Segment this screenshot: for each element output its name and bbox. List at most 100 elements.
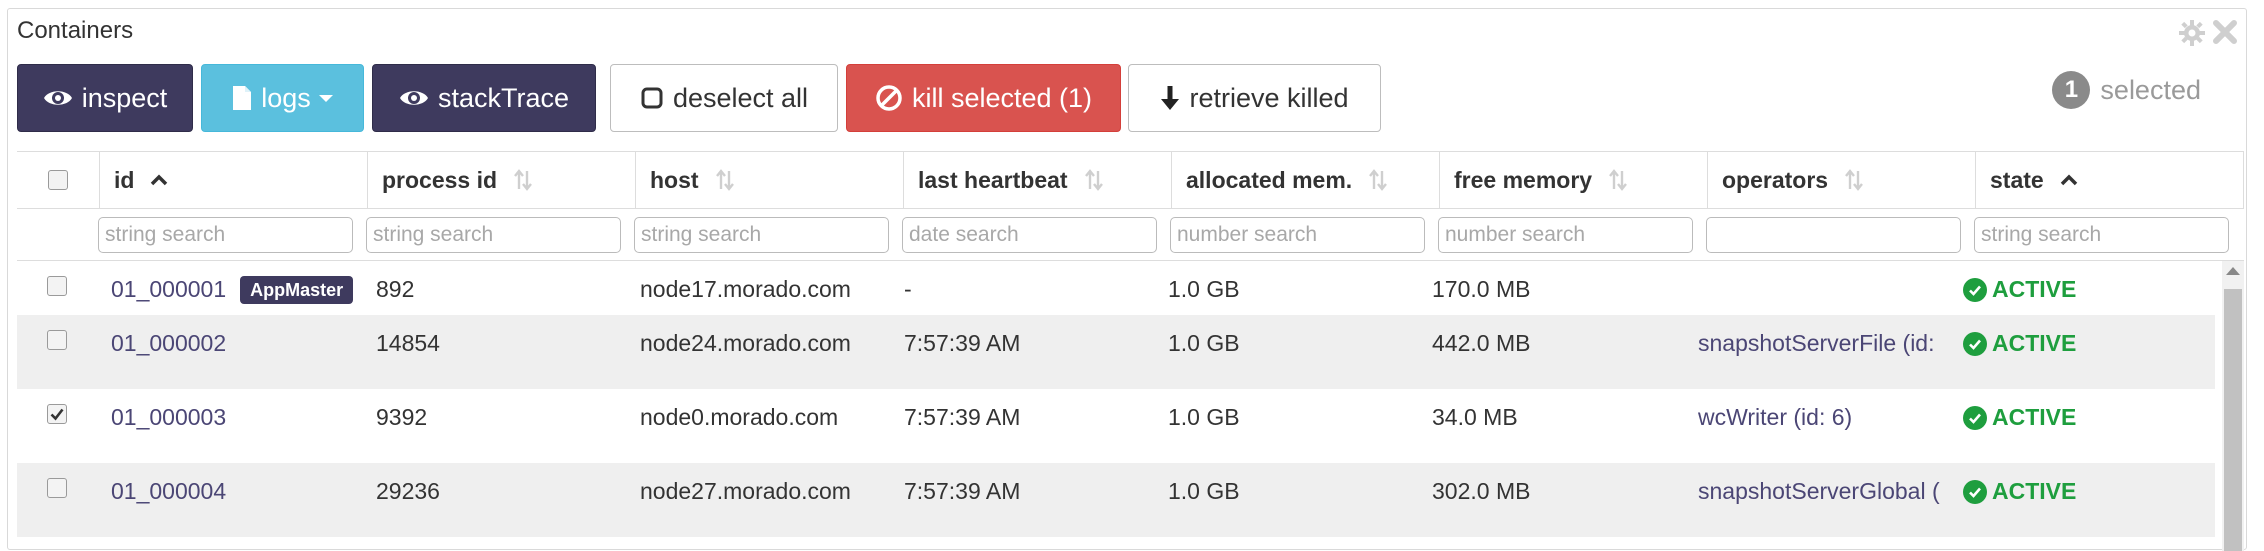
operator-link[interactable]: snapshotServerFile (id:: [1698, 330, 1935, 357]
allocated-mem-filter-input[interactable]: [1170, 217, 1425, 253]
sort-icon: [1084, 169, 1104, 191]
column-header-id[interactable]: id: [99, 152, 367, 208]
process-id-cell: 892: [376, 276, 415, 302]
selected-count: 1 selected: [2052, 71, 2201, 109]
operators-cell: [1698, 261, 1963, 315]
state-label: ACTIVE: [1992, 276, 2077, 302]
column-header-free-memory[interactable]: free memory: [1439, 152, 1707, 208]
row-select-cell: [47, 389, 67, 463]
selected-count-badge: 1: [2052, 71, 2091, 109]
row-select-cell: [47, 315, 67, 389]
table-header: id process id host last heartbeat alloca…: [17, 151, 2244, 209]
state-label: ACTIVE: [1992, 330, 2077, 356]
chevron-down-icon: [318, 94, 333, 102]
state-badge: ACTIVE: [1963, 478, 2076, 505]
container-id-link[interactable]: 01_000003: [111, 404, 226, 431]
retrieve-killed-label: retrieve killed: [1189, 82, 1349, 113]
host-cell: node27.morado.com: [640, 478, 851, 504]
id-filter-input[interactable]: [98, 217, 353, 253]
deselect-all-label: deselect all: [672, 82, 809, 113]
operators-cell: wcWriter (id: 6): [1698, 389, 1963, 463]
column-header-operators[interactable]: operators: [1707, 152, 1975, 208]
state-filter-input[interactable]: [1974, 217, 2229, 253]
operators-cell: snapshotServerGlobal (: [1698, 463, 1963, 537]
state-cell: ACTIVE: [1963, 315, 2076, 389]
state-badge: ACTIVE: [1963, 330, 2076, 357]
free-memory-cell: 442.0 MB: [1432, 330, 1531, 356]
table-row[interactable]: 01_000004 29236 node27.morado.com 7:57:3…: [17, 463, 2215, 537]
ban-icon: [875, 84, 903, 112]
close-icon[interactable]: [2212, 19, 2238, 50]
operator-link[interactable]: wcWriter (id: 6): [1698, 404, 1852, 431]
host-filter-input[interactable]: [634, 217, 889, 253]
free-memory-cell: 302.0 MB: [1432, 478, 1531, 504]
id-cell: 01_000002: [111, 315, 226, 389]
column-header-host[interactable]: host: [635, 152, 903, 208]
column-header-state[interactable]: state: [1975, 152, 2244, 208]
column-label: operators: [1722, 166, 1829, 193]
table-row[interactable]: 01_000001 AppMaster 892 node17.morado.co…: [17, 261, 2215, 315]
panel-title: Containers: [17, 17, 134, 44]
deselect-all-button[interactable]: deselect all: [610, 64, 838, 132]
container-id-link[interactable]: 01_000004: [111, 478, 226, 505]
containers-panel: Containers inspect logs stackTrace desel…: [7, 8, 2247, 551]
process-id-filter-input[interactable]: [366, 217, 621, 253]
sort-icon: [513, 169, 533, 191]
allocated-mem-cell: 1.0 GB: [1168, 404, 1240, 430]
stacktrace-label: stackTrace: [437, 82, 570, 113]
scroll-up-arrow-icon[interactable]: [2226, 267, 2240, 275]
column-label: last heartbeat: [918, 166, 1068, 193]
row-checkbox[interactable]: [47, 404, 67, 424]
logs-dropdown-button[interactable]: logs: [201, 64, 364, 132]
kill-selected-label: kill selected (1): [911, 82, 1093, 113]
row-checkbox[interactable]: [47, 276, 67, 296]
free-memory-filter-input[interactable]: [1438, 217, 1693, 253]
eye-icon: [43, 87, 73, 109]
check-circle-icon: [1963, 277, 1987, 302]
stacktrace-button[interactable]: stackTrace: [372, 64, 596, 132]
inspect-button[interactable]: inspect: [17, 64, 193, 132]
state-cell: ACTIVE: [1963, 389, 2076, 463]
last-heartbeat-cell: 7:57:39 AM: [904, 404, 1021, 430]
appmaster-badge: AppMaster: [240, 276, 354, 304]
last-heartbeat-filter-input[interactable]: [902, 217, 1157, 253]
state-cell: ACTIVE: [1963, 261, 2076, 315]
table-row[interactable]: 01_000002 14854 node24.morado.com 7:57:3…: [17, 315, 2215, 389]
container-id-link[interactable]: 01_000002: [111, 330, 226, 357]
sort-icon: [1608, 169, 1628, 191]
row-checkbox[interactable]: [47, 330, 67, 350]
last-heartbeat-cell: 7:57:39 AM: [904, 478, 1021, 504]
operators-filter-input[interactable]: [1706, 217, 1961, 253]
sort-asc-icon: [150, 174, 168, 186]
column-header-allocated-mem[interactable]: allocated mem.: [1171, 152, 1439, 208]
container-id-link[interactable]: 01_000001: [111, 276, 226, 303]
filter-row: [17, 209, 2244, 261]
table-scrollbar[interactable]: [2222, 261, 2244, 551]
logs-label: logs: [261, 82, 311, 113]
host-cell: node24.morado.com: [640, 330, 851, 356]
gear-icon[interactable]: [2178, 19, 2206, 52]
select-all-checkbox[interactable]: [48, 170, 68, 190]
check-circle-icon: [1963, 479, 1987, 504]
operator-link[interactable]: snapshotServerGlobal (: [1698, 478, 1940, 505]
kill-selected-button[interactable]: kill selected (1): [846, 64, 1121, 132]
scrollbar-thumb[interactable]: [2224, 289, 2242, 551]
containers-table: id process id host last heartbeat alloca…: [17, 151, 2244, 551]
process-id-cell: 9392: [376, 404, 428, 430]
row-checkbox[interactable]: [47, 478, 67, 498]
last-heartbeat-cell: 7:57:39 AM: [904, 330, 1021, 356]
column-header-process-id[interactable]: process id: [367, 152, 635, 208]
check-circle-icon: [1963, 405, 1987, 430]
state-badge: ACTIVE: [1963, 404, 2076, 431]
column-header-last-heartbeat[interactable]: last heartbeat: [903, 152, 1171, 208]
check-circle-icon: [1963, 331, 1987, 356]
retrieve-killed-button[interactable]: retrieve killed: [1128, 64, 1381, 132]
column-label: host: [650, 166, 699, 193]
id-cell: 01_000003: [111, 389, 226, 463]
inspect-label: inspect: [81, 82, 168, 113]
table-row[interactable]: 01_000003 9392 node0.morado.com 7:57:39 …: [17, 389, 2215, 463]
column-label: allocated mem.: [1186, 166, 1353, 193]
free-memory-cell: 34.0 MB: [1432, 404, 1518, 430]
row-select-cell: [47, 261, 67, 315]
host-cell: node0.morado.com: [640, 404, 839, 430]
